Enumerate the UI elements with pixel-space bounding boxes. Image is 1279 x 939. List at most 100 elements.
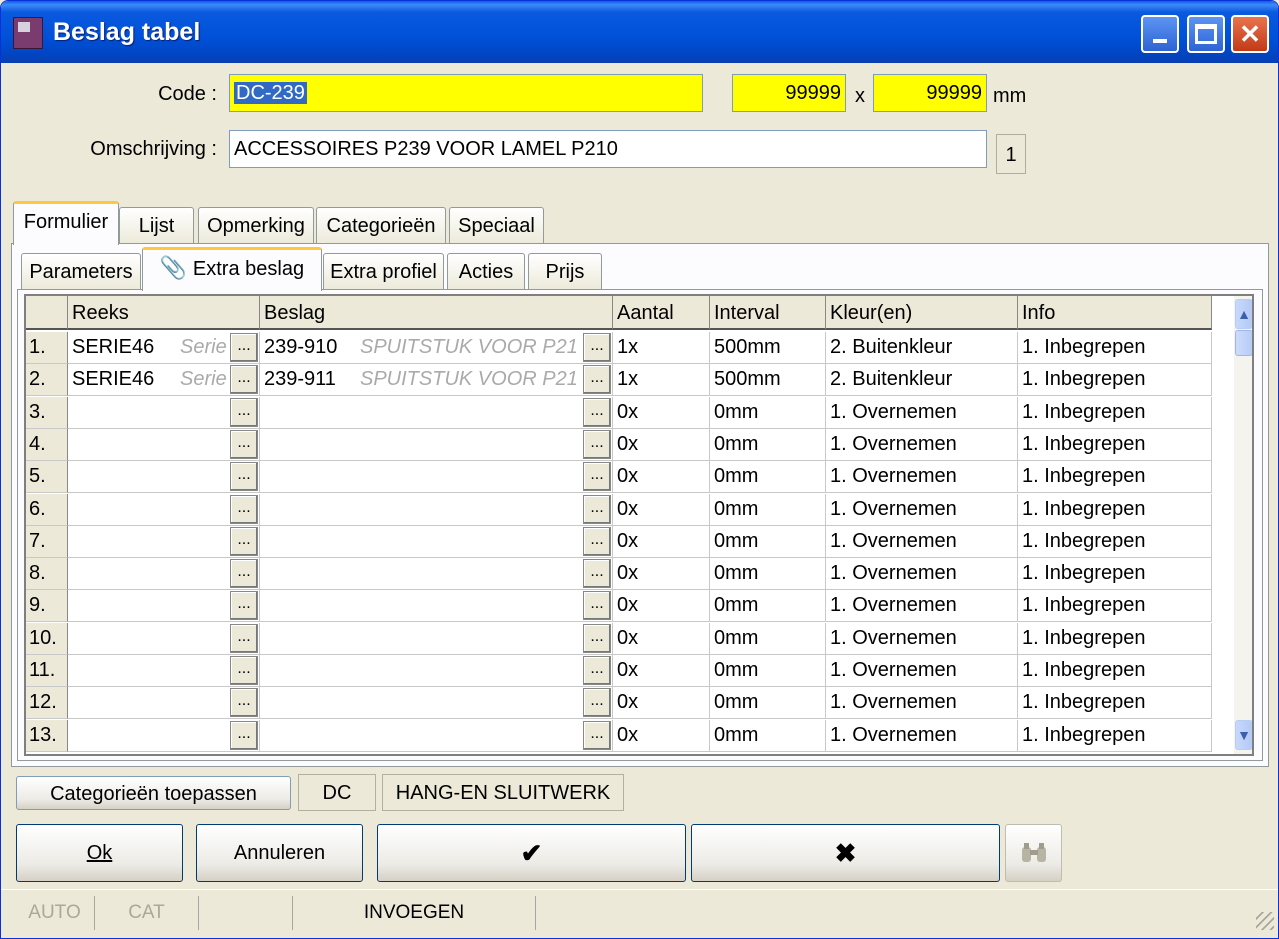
cell-interval[interactable]: 0mm [710,493,826,526]
reeks-lookup-button[interactable]: ... [230,397,258,427]
table-row[interactable]: 1. SERIE46 Serie... 239-910 SPUITSTUK VOOR P… [26,332,1212,364]
scroll-down-button[interactable]: ▼ [1235,720,1252,750]
tab-categorieen[interactable]: Categorieën [316,207,446,245]
cell-reeks[interactable]: ... [68,525,260,558]
minimize-button[interactable] [1141,15,1179,53]
cell-beslag[interactable]: ... [260,687,613,720]
cell-reeks[interactable]: ... [68,461,260,494]
extra-beslag-grid[interactable]: Reeks Beslag Aantal Interval Kleur(en) I… [24,294,1254,756]
reeks-lookup-button[interactable]: ... [230,656,258,685]
cell-beslag[interactable]: ... [260,719,613,752]
table-row[interactable]: 6....... 0x 0mm 1. Overnemen 1. Inbegrepen [26,493,1212,526]
table-row[interactable]: 9....... 0x 0mm 1. Overnemen 1. Inbegrepen [26,590,1212,623]
reeks-lookup-button[interactable]: ... [230,591,258,621]
table-row[interactable]: 8....... 0x 0mm 1. Overnemen 1. Inbegrepen [26,558,1212,591]
cell-info[interactable]: 1. Inbegrepen [1018,590,1212,623]
table-row[interactable]: 2. SERIE46 Serie... 239-911 SPUITSTUK VOOR P… [26,364,1212,397]
cell-interval[interactable]: 0mm [710,396,826,429]
cell-info[interactable]: 1. Inbegrepen [1018,719,1212,752]
categorieen-toepassen-button[interactable]: Categorieën toepassen [16,776,291,810]
cell-reeks[interactable]: ... [68,493,260,526]
cell-reeks[interactable]: ... [68,590,260,623]
reeks-lookup-button[interactable]: ... [230,720,258,750]
resize-grip[interactable] [1256,912,1274,930]
beslag-lookup-button[interactable]: ... [583,333,611,362]
cell-beslag[interactable]: ... [260,493,613,526]
cell-beslag[interactable]: ... [260,622,613,655]
cell-beslag[interactable]: ... [260,396,613,429]
cell-kleur[interactable]: 2. Buitenkleur [826,364,1018,397]
scroll-up-button[interactable]: ▲ [1235,299,1252,329]
cell-reeks[interactable]: ... [68,428,260,461]
reeks-lookup-button[interactable]: ... [230,365,258,395]
cell-interval[interactable]: 0mm [710,428,826,461]
table-row[interactable]: 11....... 0x 0mm 1. Overnemen 1. Inbegrepen [26,655,1212,687]
cell-reeks[interactable]: ... [68,687,260,720]
cell-info[interactable]: 1. Inbegrepen [1018,332,1212,364]
beslag-lookup-button[interactable]: ... [583,365,611,395]
reeks-lookup-button[interactable]: ... [230,559,258,589]
cell-aantal[interactable]: 0x [613,396,710,429]
cell-kleur[interactable]: 1. Overnemen [826,655,1018,687]
cell-reeks[interactable]: ... [68,719,260,752]
cell-aantal[interactable]: 0x [613,428,710,461]
cell-interval[interactable]: 0mm [710,719,826,752]
beslag-lookup-button[interactable]: ... [583,462,611,492]
cell-aantal[interactable]: 0x [613,590,710,623]
cell-interval[interactable]: 0mm [710,461,826,494]
cell-kleur[interactable]: 1. Overnemen [826,525,1018,558]
column-header-interval[interactable]: Interval [710,296,826,330]
reeks-lookup-button[interactable]: ... [230,462,258,492]
tab-extra-beslag[interactable]: 📎 Extra beslag [142,247,322,291]
cell-beslag[interactable]: ... [260,428,613,461]
beslag-lookup-button[interactable]: ... [583,720,611,750]
cell-kleur[interactable]: 1. Overnemen [826,493,1018,526]
cell-info[interactable]: 1. Inbegrepen [1018,461,1212,494]
cell-info[interactable]: 1. Inbegrepen [1018,428,1212,461]
cell-aantal[interactable]: 1x [613,332,710,364]
cell-info[interactable]: 1. Inbegrepen [1018,364,1212,397]
cell-info[interactable]: 1. Inbegrepen [1018,622,1212,655]
table-row[interactable]: 13....... 0x 0mm 1. Overnemen 1. Inbegrepen [26,719,1212,752]
cell-interval[interactable]: 0mm [710,525,826,558]
cell-reeks[interactable]: SERIE46 Serie... [68,332,260,364]
cell-kleur[interactable]: 1. Overnemen [826,558,1018,591]
title-bar[interactable]: Beslag tabel ✕ [1,1,1278,63]
reeks-lookup-button[interactable]: ... [230,526,258,556]
cell-reeks[interactable]: ... [68,558,260,591]
cell-interval[interactable]: 0mm [710,558,826,591]
table-row[interactable]: 5....... 0x 0mm 1. Overnemen 1. Inbegrepen [26,461,1212,494]
column-header-reeks[interactable]: Reeks [68,296,260,330]
cell-kleur[interactable]: 1. Overnemen [826,461,1018,494]
beslag-lookup-button[interactable]: ... [583,494,611,524]
close-button[interactable]: ✕ [1231,15,1269,53]
find-button[interactable] [1005,824,1062,882]
cell-aantal[interactable]: 0x [613,655,710,687]
cell-kleur[interactable]: 1. Overnemen [826,396,1018,429]
cell-kleur[interactable]: 1. Overnemen [826,590,1018,623]
table-row[interactable]: 4....... 0x 0mm 1. Overnemen 1. Inbegrepen [26,428,1212,461]
cell-beslag[interactable]: ... [260,461,613,494]
table-row[interactable]: 12....... 0x 0mm 1. Overnemen 1. Inbegrepen [26,687,1212,720]
tab-formulier[interactable]: Formulier [13,201,119,245]
tab-extra-profiel[interactable]: Extra profiel [323,253,444,291]
ok-button[interactable]: Ok [16,824,183,882]
reeks-lookup-button[interactable]: ... [230,429,258,459]
cell-aantal[interactable]: 0x [613,558,710,591]
beslag-lookup-button[interactable]: ... [583,429,611,459]
cell-kleur[interactable]: 1. Overnemen [826,687,1018,720]
tab-prijs[interactable]: Prijs [528,253,602,291]
reeks-lookup-button[interactable]: ... [230,688,258,718]
cell-aantal[interactable]: 0x [613,687,710,720]
cell-beslag[interactable]: ... [260,655,613,687]
scroll-thumb[interactable] [1235,330,1252,356]
column-header-kleuren[interactable]: Kleur(en) [826,296,1018,330]
beslag-lookup-button[interactable]: ... [583,591,611,621]
cell-reeks[interactable]: SERIE46 Serie... [68,364,260,397]
width-field[interactable]: 99999 [732,74,846,112]
cell-kleur[interactable]: 1. Overnemen [826,428,1018,461]
tab-lijst[interactable]: Lijst [119,207,194,245]
tab-speciaal[interactable]: Speciaal [449,207,544,245]
cell-interval[interactable]: 0mm [710,655,826,687]
cell-info[interactable]: 1. Inbegrepen [1018,525,1212,558]
